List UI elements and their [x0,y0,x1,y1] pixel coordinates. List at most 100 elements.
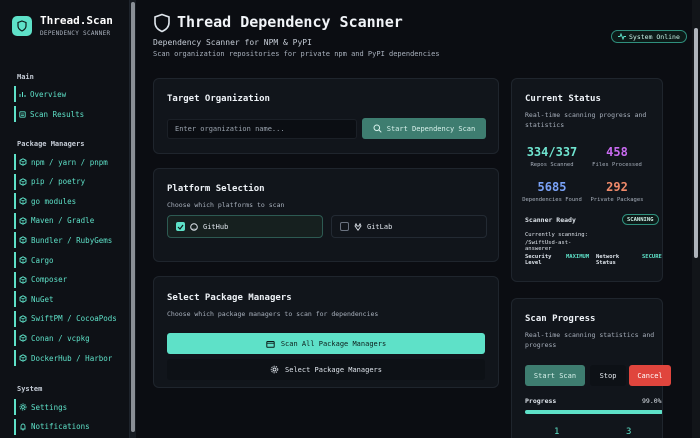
platform-selection-subtitle: Choose which platforms to scan [167,201,285,209]
stat-value-3: 292 [606,180,628,194]
select-package-managers-label: Select Package Managers [285,365,382,374]
stat-value-1: 458 [606,145,628,159]
current-status-card: Current Status Real-time scanning progre… [511,78,663,282]
scan-progress-subtitle: Real-time scanning statistics and progre… [525,331,655,349]
sidebar-item-label: Conan / vcpkg [31,333,90,343]
brand-title: Thread.Scan [40,14,113,27]
scanner-state-label: Scanner Ready [525,216,576,224]
scan-all-package-managers-button[interactable]: Scan All Package Managers [167,333,485,354]
gitlab-icon [354,222,362,231]
list-icon [19,110,26,118]
sidebar-item-label: Cargo [31,255,54,265]
sidebar-item-label: Composer [31,275,68,285]
progress-bar-fill [525,410,662,414]
package-icon [19,295,27,303]
progress-count-2: 3 [626,427,632,437]
scanning-badge: SCANNING [622,214,659,225]
security-level-label: Security Level [525,254,552,266]
package-icon [19,315,27,323]
scan-progress-card: Scan Progress Real-time scanning statist… [511,298,671,438]
sidebar-item-pm-6[interactable]: Composer [14,271,68,288]
stat-label-1: Files Processed [592,162,642,168]
sidebar-item-pm-9[interactable]: Conan / vcpkg [14,330,90,347]
sidebar-item-pm-0[interactable]: npm / yarn / pnpm [14,154,108,170]
sidebar-item-label: Bundler / RubyGems [31,235,113,245]
stat-value-0: 334/337 [526,145,578,159]
shield-icon [154,13,170,33]
package-icon [19,354,27,362]
github-checkbox[interactable] [176,222,185,231]
stop-button[interactable]: Stop [590,365,626,386]
sidebar-item-label: NuGet [31,294,54,304]
network-status-value: SECURE [642,254,662,260]
sidebar-item-pm-5[interactable]: Cargo [14,252,54,268]
progress-value: 99.0% [642,397,662,405]
sidebar-item-label: Notifications [31,422,90,431]
page-scrollbar-thumb[interactable] [694,28,698,258]
stat-label-3: Private Packages [590,197,644,203]
gear-icon [19,403,27,411]
sidebar-item-pm-3[interactable]: Maven / Gradle [14,212,94,229]
activity-icon [618,33,626,40]
sidebar-item-label: SwiftPM / CocoaPods [31,314,117,324]
package-icon [19,217,27,225]
package-icon [19,256,27,264]
platform-option-github[interactable]: GitHub [167,215,323,238]
stat-label-2: Dependencies Found [522,197,582,203]
gitlab-checkbox[interactable] [340,222,349,231]
sidebar-item-pm-7[interactable]: NuGet [14,291,54,308]
platform-option-gitlab[interactable]: GitLab [331,215,487,238]
package-managers-card: Select Package Managers Choose which pac… [153,276,499,388]
cancel-button[interactable]: Cancel [629,365,671,386]
currently-scanning-value: /SwiftUsd-ast-answerer [525,240,572,252]
sidebar-item-label: pip / poetry [31,177,86,187]
sidebar-item-pm-2[interactable]: go modules [14,193,77,210]
sidebar-item-pm-4[interactable]: Bundler / RubyGems [14,232,113,249]
brand: Thread.Scan DEPENDENCY SCANNER [12,14,113,37]
bell-icon [20,423,26,430]
github-label: GitHub [203,222,229,231]
sidebar-item-pm-10[interactable]: DockerHub / Harbor [14,350,112,366]
start-scan-button[interactable]: Start Dependency Scan [362,118,486,139]
system-status-label: System Online [629,32,680,41]
start-scan-small-button[interactable]: Start Scan [525,365,585,386]
platform-selection-title: Platform Selection [167,184,265,194]
scan-progress-title: Scan Progress [525,314,596,324]
start-scan-label: Start Dependency Scan [386,124,476,133]
main-content: Thread Dependency Scanner Dependency Sca… [136,0,692,438]
package-icon [19,158,27,166]
progress-count-1: 1 [554,427,560,437]
shield-logo-icon [12,15,32,36]
sidebar-item-settings[interactable]: Settings [14,399,67,415]
sidebar-item-label: go modules [31,196,77,206]
target-organization-title: Target Organization [167,94,270,104]
scan-all-label: Scan All Package Managers [280,339,387,348]
sidebar-item-label: DockerHub / Harbor [31,353,113,363]
security-level-value: MAXIMUM [566,254,590,260]
sidebar: Thread.Scan DEPENDENCY SCANNER Main Overv… [0,0,130,438]
package-icon [19,236,27,245]
sidebar-item-scan-results[interactable]: Scan Results [14,106,84,122]
page-scrollbar[interactable] [692,0,700,438]
sidebar-item-pm-8[interactable]: SwiftPM / CocoaPods [14,310,117,327]
github-icon [190,222,198,231]
sidebar-item-overview[interactable]: Overview [14,86,66,102]
sidebar-item-pm-1[interactable]: pip / poetry [14,173,86,190]
system-status-badge: System Online [611,30,687,43]
select-package-managers-button[interactable]: Select Package Managers [167,359,485,380]
stat-label-0: Repos Scanned [530,162,574,168]
chart-icon [19,91,26,97]
network-status-label: Network Status [596,254,620,266]
platform-selection-card: Platform Selection Choose which platform… [153,168,499,262]
page-subtitle: Dependency Scanner for NPM & PyPI [153,38,312,47]
target-organization-card: Target Organization Start Dependency Sca… [153,78,499,154]
organization-input[interactable] [167,119,357,139]
package-managers-subtitle: Choose which package managers to scan fo… [167,310,379,318]
sidebar-section-system: System [17,385,43,393]
sidebar-item-label: Overview [30,89,67,99]
sidebar-scrollbar-thumb[interactable] [131,2,135,432]
current-status-subtitle: Real-time scanning progress and statisti… [525,111,647,129]
sidebar-item-label: Scan Results [30,109,85,119]
brand-subtitle: DEPENDENCY SCANNER [40,30,111,37]
sidebar-item-notifications[interactable]: Notifications [14,418,90,435]
